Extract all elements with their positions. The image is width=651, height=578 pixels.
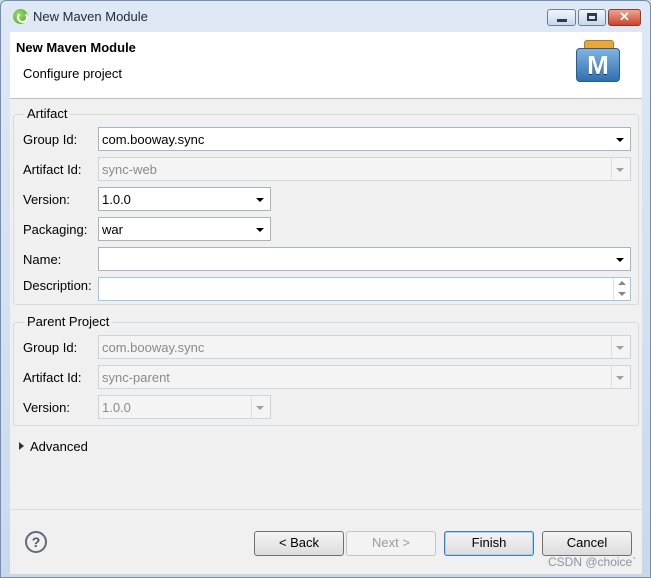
finish-button[interactable]: Finish — [444, 531, 534, 556]
artifact-id-label: Artifact Id: — [23, 162, 82, 177]
packaging-label: Packaging: — [23, 222, 88, 237]
watermark-text: CSDN @choice` — [548, 555, 637, 569]
maximize-button[interactable] — [578, 9, 606, 26]
parent-version-label: Version: — [23, 400, 70, 415]
chevron-down-icon — [256, 406, 264, 410]
artifact-id-value: sync-web — [102, 162, 157, 177]
description-textarea[interactable] — [98, 277, 631, 301]
name-combo[interactable] — [98, 247, 631, 271]
description-label: Description: — [23, 278, 92, 293]
parent-group-id-value: com.booway.sync — [102, 340, 205, 355]
parent-artifact-id-combo: sync-parent — [98, 365, 631, 389]
page-title: New Maven Module — [16, 40, 136, 55]
artifact-group: Artifact Group Id: com.booway.sync Artif… — [13, 106, 639, 305]
scroll-down-icon[interactable] — [618, 292, 626, 296]
artifact-id-combo: sync-web — [98, 157, 631, 181]
packaging-value: war — [102, 222, 123, 237]
version-label: Version: — [23, 192, 70, 207]
version-value: 1.0.0 — [102, 192, 131, 207]
cancel-button[interactable]: Cancel — [542, 531, 632, 556]
expand-arrow-icon[interactable] — [19, 442, 24, 450]
advanced-label: Advanced — [30, 439, 88, 454]
chevron-down-icon — [616, 138, 624, 142]
parent-group-label: Parent Project — [24, 314, 113, 329]
parent-artifact-id-label: Artifact Id: — [23, 370, 82, 385]
title-bar[interactable]: New Maven Module ✕ — [1, 1, 650, 31]
chevron-down-icon — [616, 258, 624, 262]
window-title: New Maven Module — [33, 9, 148, 24]
artifact-group-label: Artifact — [24, 106, 71, 121]
parent-project-group: Parent Project Group Id: com.booway.sync… — [13, 314, 639, 426]
packaging-combo[interactable]: war — [98, 217, 271, 241]
chevron-down-icon — [256, 198, 264, 202]
parent-version-combo: 1.0.0 — [98, 395, 271, 419]
maximize-icon — [587, 13, 597, 21]
group-id-label: Group Id: — [23, 132, 78, 147]
parent-group-id-combo: com.booway.sync — [98, 335, 631, 359]
minimize-icon — [557, 19, 567, 22]
next-button: Next > — [346, 531, 436, 556]
group-id-value: com.booway.sync — [102, 132, 205, 147]
description-scrollbar[interactable] — [613, 278, 630, 300]
scroll-up-icon[interactable] — [618, 281, 626, 285]
version-combo[interactable]: 1.0.0 — [98, 187, 271, 211]
parent-version-value: 1.0.0 — [102, 400, 131, 415]
wizard-header: New Maven Module Configure project M — [10, 32, 642, 99]
chevron-down-icon — [616, 376, 624, 380]
maven-m-icon: M — [576, 40, 620, 82]
wizard-body: Artifact Group Id: com.booway.sync Artif… — [10, 99, 642, 509]
help-icon[interactable]: ? — [25, 531, 47, 553]
spring-leaf-icon — [13, 9, 28, 24]
close-button[interactable]: ✕ — [608, 9, 641, 26]
group-id-combo[interactable]: com.booway.sync — [98, 127, 631, 151]
page-subtitle: Configure project — [23, 66, 122, 81]
chevron-down-icon — [616, 346, 624, 350]
chevron-down-icon — [616, 168, 624, 172]
dialog-window: New Maven Module ✕ New Maven Module Conf… — [0, 0, 651, 578]
parent-group-id-label: Group Id: — [23, 340, 78, 355]
parent-artifact-id-value: sync-parent — [102, 370, 170, 385]
close-icon: ✕ — [619, 9, 630, 24]
chevron-down-icon — [256, 228, 264, 232]
name-label: Name: — [23, 252, 62, 267]
back-button[interactable]: < Back — [254, 531, 344, 556]
maven-letter: M — [576, 48, 620, 82]
minimize-button[interactable] — [547, 9, 576, 26]
